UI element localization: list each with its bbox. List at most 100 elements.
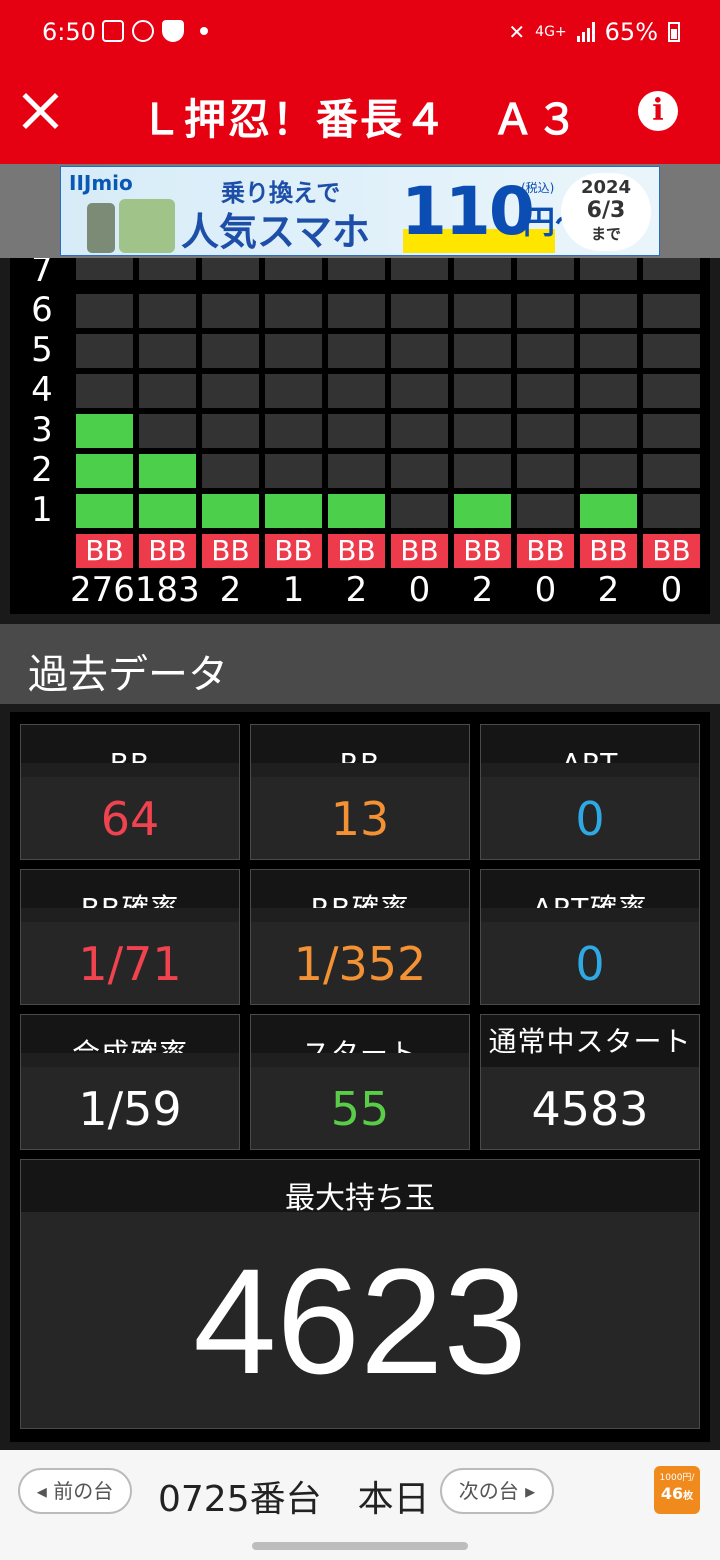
graph-empty-cell [454, 258, 511, 280]
stat-art-value: 0 [481, 777, 699, 859]
graph-bonus-type: BB [328, 534, 385, 568]
graph-bar-cell [76, 494, 133, 528]
close-icon[interactable] [20, 90, 60, 130]
stat-bb-prob: BB確率 1/71 [20, 869, 240, 1005]
graph-bar-cell [76, 454, 133, 488]
graph-bar-cell [139, 454, 196, 488]
graph-count: 0 [534, 570, 557, 610]
stat-rb-prob: RB確率 1/352 [250, 869, 470, 1005]
graph-empty-cell [76, 258, 133, 280]
ad-price: 110 [401, 173, 535, 250]
globe-icon [132, 20, 154, 42]
graph-bonus-type: BB [643, 534, 700, 568]
graph-bar-cell [265, 494, 322, 528]
stat-normal-start-value: 4583 [481, 1067, 699, 1149]
stat-art: ART 0 [480, 724, 700, 860]
graph-empty-cell [643, 494, 700, 528]
info-icon[interactable]: i [638, 91, 678, 131]
graph-count: 2 [219, 570, 242, 610]
graph-empty-cell [139, 334, 196, 368]
ad-line2: 人気スマホ [181, 210, 370, 254]
graph-empty-cell [454, 454, 511, 488]
graph-empty-cell [454, 414, 511, 448]
graph-empty-cell [580, 374, 637, 408]
battery-percent: 65% [604, 18, 658, 46]
graph-bonus-type: BB [517, 534, 574, 568]
graph-empty-cell [391, 454, 448, 488]
graph-empty-cell [580, 258, 637, 280]
graph-empty-cell [517, 258, 574, 280]
stats-panel: BB 64 RB 13 ART 0 BB確率 1/71 RB確率 1/352 A… [10, 712, 710, 1442]
graph-empty-cell [580, 294, 637, 328]
graph-bonus-type: BB [454, 534, 511, 568]
stat-rb-prob-value: 1/352 [251, 922, 469, 1004]
graph-empty-cell [517, 454, 574, 488]
prev-machine-button[interactable]: ◂ 前の台 [18, 1468, 132, 1514]
graph-empty-cell [517, 334, 574, 368]
stat-total-prob-value: 1/59 [21, 1067, 239, 1149]
graph-bonus-type: BB [76, 534, 133, 568]
stat-art-prob: ART確率 0 [480, 869, 700, 1005]
graph-bar-cell [328, 494, 385, 528]
graph-empty-cell [202, 414, 259, 448]
graph-empty-cell [139, 294, 196, 328]
gallery-icon [102, 20, 124, 42]
graph-empty-cell [391, 494, 448, 528]
graph-empty-cell [391, 258, 448, 280]
graph-empty-cell [265, 294, 322, 328]
stat-max-coins-value: 4623 [193, 1237, 527, 1405]
next-machine-button[interactable]: 次の台 ▸ [440, 1468, 554, 1514]
battery-icon [668, 22, 680, 42]
ad-brand: IIJmio [69, 171, 133, 195]
graph-empty-cell [202, 374, 259, 408]
rate-badge[interactable]: 1000円/ 46枚 [654, 1466, 700, 1514]
ad-tax: (税込) [521, 181, 555, 195]
stat-rb-value: 13 [251, 777, 469, 859]
graph-y-label: 3 [31, 410, 53, 450]
ad-banner[interactable]: IIJmio 乗り換えで 人気スマホ 110 (税込) 円〜 2024 6/3 … [60, 166, 660, 256]
title-bar: Ｌ押忍！番長４ Ａ３ i [0, 66, 720, 164]
stat-total-prob: 合成確率 1/59 [20, 1014, 240, 1150]
graph-bonus-type: BB [580, 534, 637, 568]
graph-empty-cell [391, 294, 448, 328]
graph-count: 0 [408, 570, 431, 610]
graph-count: 2 [345, 570, 368, 610]
graph-y-label: 5 [31, 330, 53, 370]
graph-empty-cell [265, 334, 322, 368]
status-time: 6:50 [42, 18, 96, 46]
graph-empty-cell [391, 334, 448, 368]
graph-empty-cell [202, 454, 259, 488]
graph-empty-cell [328, 454, 385, 488]
ad-strip: IIJmio 乗り換えで 人気スマホ 110 (税込) 円〜 2024 6/3 … [0, 164, 720, 258]
graph-empty-cell [643, 454, 700, 488]
home-indicator[interactable] [252, 1542, 468, 1550]
graph-empty-cell [643, 414, 700, 448]
graph-empty-cell [643, 294, 700, 328]
machine-label: 0725番台 本日 [158, 1470, 430, 1522]
graph-empty-cell [76, 374, 133, 408]
graph-bonus-type: BB [139, 534, 196, 568]
signal-icon [576, 22, 595, 42]
graph-empty-cell [454, 374, 511, 408]
graph-empty-cell [391, 374, 448, 408]
stat-bb: BB 64 [20, 724, 240, 860]
graph-empty-cell [517, 374, 574, 408]
graph-empty-cell [517, 414, 574, 448]
graph-empty-cell [265, 374, 322, 408]
stat-art-prob-value: 0 [481, 922, 699, 1004]
graph-y-label: 2 [31, 450, 53, 490]
stat-bb-value: 64 [21, 777, 239, 859]
graph-empty-cell [265, 258, 322, 280]
stat-start: スタート 55 [250, 1014, 470, 1150]
graph-empty-cell [328, 414, 385, 448]
graph-empty-cell [139, 258, 196, 280]
history-graph: 7654321 BB BB BB BB BB BB BB BB BB BB 276183 2 1 2 0 2 0… [10, 258, 710, 614]
graph-empty-cell [580, 454, 637, 488]
status-bar: 6:50 ✕ 4G+ 65% [0, 0, 720, 66]
graph-empty-cell [643, 258, 700, 280]
section-header: 過去データ [0, 624, 720, 704]
graph-empty-cell [202, 258, 259, 280]
graph-y-label: 7 [31, 258, 53, 290]
section-title: 過去データ [28, 652, 228, 698]
graph-empty-cell [76, 334, 133, 368]
